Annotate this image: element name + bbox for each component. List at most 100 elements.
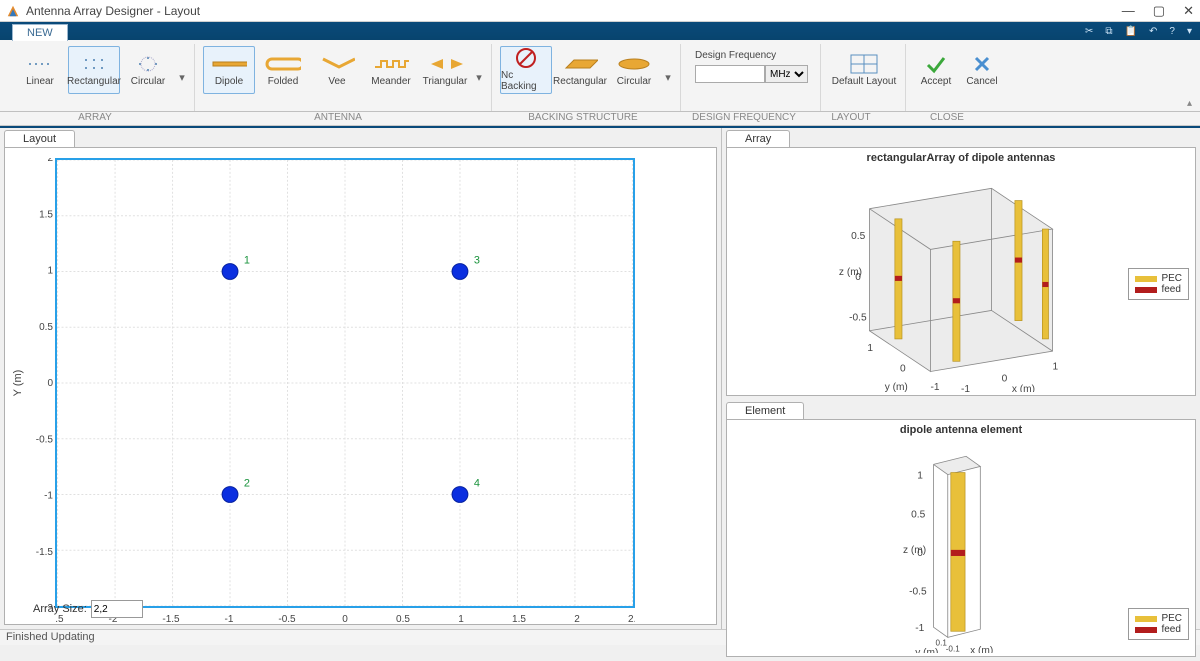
- legend-feed: feed: [1161, 284, 1180, 295]
- array-circular-button[interactable]: Circular: [122, 46, 174, 94]
- svg-text:2: 2: [574, 614, 580, 625]
- svg-text:-1: -1: [915, 623, 924, 634]
- array-size-input[interactable]: [91, 600, 143, 618]
- svg-text:-0.5: -0.5: [909, 586, 927, 597]
- svg-text:-0.5: -0.5: [278, 614, 296, 625]
- svg-text:1: 1: [458, 614, 464, 625]
- array3d-body: rectangularArray of dipole antennas: [726, 147, 1196, 396]
- ribbon-tab-new[interactable]: NEW: [12, 24, 68, 41]
- svg-text:1.5: 1.5: [39, 209, 53, 220]
- antenna-marker[interactable]: [452, 487, 468, 503]
- legend-pec: PEC: [1161, 273, 1182, 284]
- array3d-plot[interactable]: z (m) y (m) x (m) 0.5 0 -0.5 1 0 -1 -1 0…: [727, 168, 1195, 392]
- design-frequency-unit[interactable]: MHz: [765, 65, 808, 83]
- svg-text:y (m): y (m): [885, 382, 908, 392]
- element3d-title: dipole antenna element: [727, 420, 1195, 440]
- antenna-triangular-button[interactable]: Triangular: [419, 46, 471, 94]
- layout-y-axis: -2-1.5-1-0.500.511.52: [35, 158, 55, 608]
- window-title: Antenna Array Designer - Layout: [26, 4, 1122, 18]
- ribbon-group-designfreq: Design Frequency MHz: [683, 44, 821, 111]
- qat-undo-icon[interactable]: ↶: [1149, 26, 1157, 37]
- ribbon-section-labels: ARRAY ANTENNA BACKING STRUCTURE DESIGN F…: [0, 112, 1200, 126]
- accept-button[interactable]: Accept: [914, 46, 958, 94]
- array-size-label: Array Size:: [33, 603, 87, 615]
- svg-text:1: 1: [867, 343, 873, 354]
- qat-more-icon[interactable]: ▾: [1187, 26, 1192, 37]
- design-frequency-label: Design Frequency: [695, 50, 808, 61]
- legend-feed-2: feed: [1161, 624, 1180, 635]
- layout-pane: Layout 1234 -2-1.5-1-0.500.511.52 -2.5-2…: [0, 128, 722, 629]
- svg-text:0: 0: [47, 378, 53, 389]
- svg-text:-1: -1: [930, 382, 939, 392]
- array-linear-button[interactable]: Linear: [14, 46, 66, 94]
- svg-text:-1.5: -1.5: [162, 614, 180, 625]
- backing-circular-button[interactable]: Circular: [608, 46, 660, 94]
- qat-cut-icon[interactable]: ✂: [1085, 26, 1093, 37]
- element3d-plot[interactable]: z (m) 1 0.5 0 -0.5 -1 y (m) x (m) 0.1 -0…: [727, 440, 1195, 654]
- backing-rectangular-label: Rectangular: [553, 76, 607, 87]
- array-rectangular-button[interactable]: Rectangular: [68, 46, 120, 94]
- antenna-number: 4: [474, 478, 480, 490]
- array3d-legend: PEC feed: [1128, 268, 1189, 300]
- status-text: Finished Updating: [6, 631, 95, 643]
- array3d-tab[interactable]: Array: [726, 130, 790, 147]
- antenna-number: 3: [474, 255, 480, 267]
- antenna-marker[interactable]: [222, 264, 238, 280]
- cancel-label: Cancel: [966, 76, 997, 87]
- antenna-number: 1: [244, 255, 250, 267]
- backing-gallery-dropdown[interactable]: ▾: [662, 46, 674, 109]
- quick-access-toolbar: NEW ✂ ⧉ 📋 ↶ ? ▾: [0, 22, 1200, 40]
- titlebar: Antenna Array Designer - Layout — ▢ ✕: [0, 0, 1200, 22]
- ribbon-collapse-icon[interactable]: ▴: [1187, 98, 1192, 109]
- array-gallery-dropdown[interactable]: ▾: [176, 46, 188, 109]
- antenna-folded-label: Folded: [268, 76, 299, 87]
- antenna-gallery-dropdown[interactable]: ▾: [473, 46, 485, 109]
- antenna-triangular-label: Triangular: [423, 76, 468, 87]
- design-frequency-input[interactable]: [695, 65, 765, 83]
- backing-none-button[interactable]: Nc Backing: [500, 46, 552, 94]
- svg-text:-1: -1: [961, 384, 970, 392]
- antenna-vee-button[interactable]: Vee: [311, 46, 363, 94]
- layout-plot-area[interactable]: 1234: [55, 158, 635, 608]
- svg-text:-0.5: -0.5: [849, 313, 867, 324]
- default-layout-label: Default Layout: [832, 76, 897, 87]
- qat-copy-icon[interactable]: ⧉: [1105, 26, 1112, 37]
- antenna-marker[interactable]: [452, 264, 468, 280]
- accept-label: Accept: [921, 76, 952, 87]
- maximize-button[interactable]: ▢: [1153, 3, 1165, 19]
- svg-text:1: 1: [917, 470, 923, 481]
- array-linear-label: Linear: [26, 76, 54, 87]
- minimize-button[interactable]: —: [1122, 3, 1135, 19]
- qat-paste-icon[interactable]: 📋: [1125, 26, 1137, 37]
- svg-text:0.5: 0.5: [911, 509, 925, 520]
- ribbon: Linear Rectangular Circular ▾ Dipole Fol…: [0, 40, 1200, 112]
- backing-rectangular-button[interactable]: Rectangular: [554, 46, 606, 94]
- app-icon: [6, 4, 20, 18]
- svg-text:x (m): x (m): [1012, 384, 1035, 392]
- cancel-button[interactable]: Cancel: [960, 46, 1004, 94]
- svg-text:0: 0: [1002, 374, 1008, 385]
- svg-text:-1: -1: [225, 614, 234, 625]
- svg-text:2.5: 2.5: [628, 614, 635, 625]
- element3d-legend: PEC feed: [1128, 608, 1189, 640]
- section-label-array: ARRAY: [0, 112, 190, 125]
- ribbon-group-layout: Default Layout: [823, 44, 906, 111]
- close-button[interactable]: ✕: [1183, 3, 1194, 19]
- svg-text:0.5: 0.5: [851, 231, 865, 242]
- default-layout-button[interactable]: Default Layout: [829, 46, 899, 94]
- antenna-dipole-button[interactable]: Dipole: [203, 46, 255, 94]
- ribbon-group-close: Accept Cancel: [908, 44, 1010, 111]
- array-size-row: Array Size:: [33, 600, 143, 618]
- layout-tab[interactable]: Layout: [4, 130, 75, 147]
- ribbon-group-antenna: Dipole Folded Vee Meander Triangular ▾: [197, 44, 492, 111]
- antenna-marker[interactable]: [222, 487, 238, 503]
- qat-help-icon[interactable]: ?: [1169, 26, 1175, 37]
- element3d-tab[interactable]: Element: [726, 402, 804, 419]
- svg-text:-1.5: -1.5: [36, 547, 54, 558]
- antenna-meander-button[interactable]: Meander: [365, 46, 417, 94]
- antenna-folded-button[interactable]: Folded: [257, 46, 309, 94]
- workspace: Layout 1234 -2-1.5-1-0.500.511.52 -2.5-2…: [0, 126, 1200, 629]
- array-rectangular-label: Rectangular: [67, 76, 121, 87]
- layout-pane-body: 1234 -2-1.5-1-0.500.511.52 -2.5-2-1.5-1-…: [4, 147, 717, 625]
- array-circular-label: Circular: [131, 76, 165, 87]
